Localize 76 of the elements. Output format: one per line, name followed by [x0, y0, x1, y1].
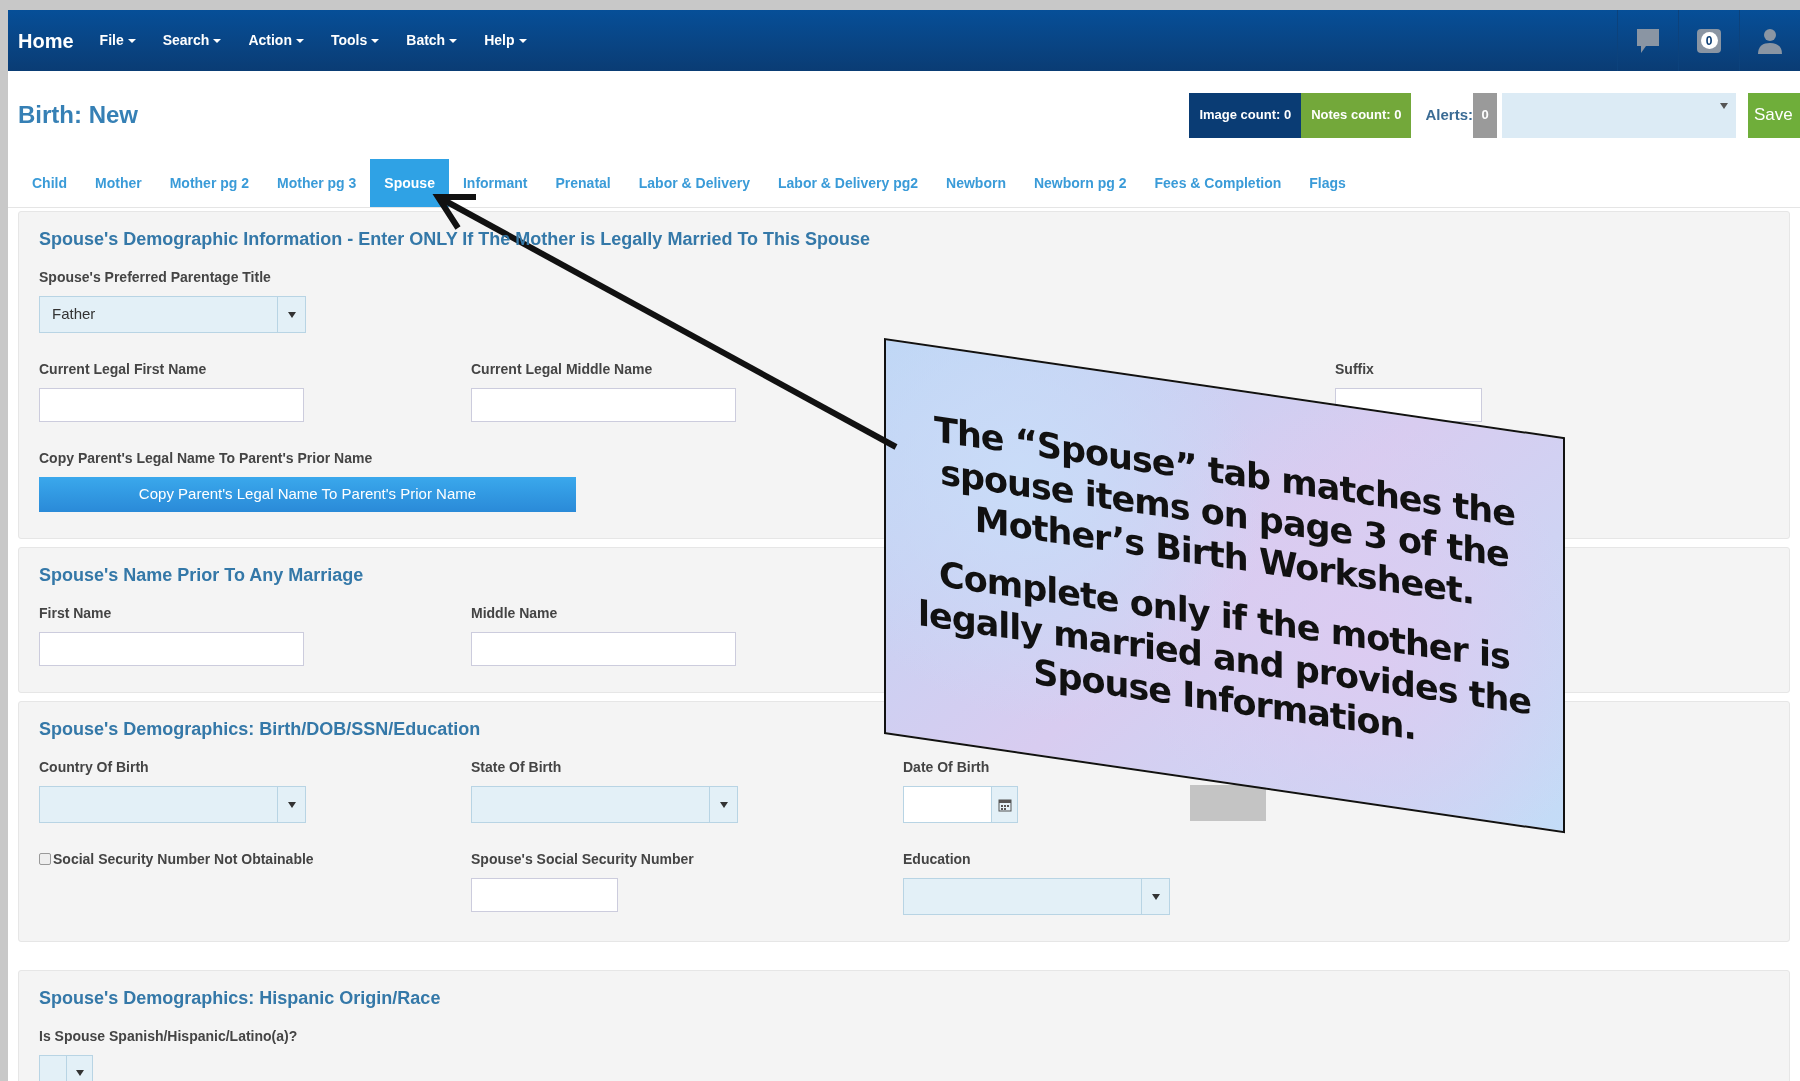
- field-label: Current Legal First Name: [39, 360, 207, 379]
- notification-badge[interactable]: 0: [1697, 28, 1721, 53]
- calendar-icon[interactable]: [991, 787, 1017, 822]
- tab[interactable]: Newborn: [932, 159, 1020, 207]
- text-field[interactable]: [39, 388, 304, 422]
- save-button[interactable]: Save: [1748, 92, 1800, 138]
- menu-item[interactable]: Batch: [406, 30, 458, 51]
- tab[interactable]: Informant: [448, 159, 542, 207]
- dropdown-field[interactable]: [1502, 92, 1736, 138]
- caret-icon: [449, 39, 458, 44]
- home-link[interactable]: Home: [18, 25, 74, 56]
- page-title: Birth: New: [18, 100, 138, 130]
- text-field[interactable]: [39, 632, 304, 666]
- tab[interactable]: Mother pg 3: [263, 159, 371, 207]
- field-label: State Of Birth: [471, 758, 562, 777]
- copy-name-button[interactable]: Copy Parent's Legal Name To Parent's Prior Name: [39, 477, 576, 512]
- tab[interactable]: Mother pg 2: [155, 159, 263, 207]
- select-value: Father: [51, 304, 97, 325]
- caret-icon: [213, 39, 222, 44]
- text-field[interactable]: [471, 878, 618, 912]
- notes-count-badge[interactable]: Notes count: 0: [1301, 92, 1412, 138]
- tab[interactable]: Child: [18, 159, 81, 207]
- tab[interactable]: Spouse: [370, 159, 449, 207]
- dropdown-icon: [287, 311, 296, 318]
- field-label: Copy Parent's Legal Name To Parent's Prior Name: [39, 449, 373, 468]
- tab[interactable]: Flags: [1295, 159, 1360, 207]
- field-label: Is Spouse Spanish/Hispanic/Latino(a)?: [39, 1027, 298, 1046]
- select-field[interactable]: Father: [39, 296, 306, 333]
- text-field[interactable]: [471, 632, 736, 666]
- alerts-label: Alerts:: [1425, 104, 1473, 125]
- field-label: Spouse's Social Security Number: [471, 850, 694, 869]
- checkbox[interactable]: [39, 853, 51, 865]
- caret-icon: [127, 39, 136, 44]
- menu-item[interactable]: Tools: [330, 30, 380, 51]
- section-title: Spouse's Demographic Information - Enter ONLY If The Mother is Legally Married To This Spouse: [39, 228, 871, 251]
- field-label: Country Of Birth: [39, 758, 149, 777]
- tab[interactable]: Prenatal: [541, 159, 625, 207]
- menu-item[interactable]: Search: [162, 30, 222, 51]
- checkbox-label[interactable]: Social Security Number Not Obtainable: [39, 849, 471, 869]
- tab[interactable]: Fees & Completion: [1140, 159, 1296, 207]
- field-label: Middle Name: [471, 604, 558, 623]
- image-count-badge[interactable]: Image count: 0: [1189, 92, 1302, 138]
- section-title: Spouse's Demographics: Hispanic Origin/Race: [39, 987, 441, 1010]
- field-label: Date Of Birth: [903, 758, 990, 777]
- text-field[interactable]: [471, 388, 736, 422]
- date-field[interactable]: [903, 786, 1018, 823]
- select-field[interactable]: [903, 878, 1170, 915]
- select-field[interactable]: [39, 786, 306, 823]
- select-field[interactable]: [471, 786, 738, 823]
- caret-icon: [295, 39, 304, 44]
- field-label: Current Legal Middle Name: [471, 360, 653, 379]
- blank-button[interactable]: [1190, 785, 1266, 821]
- field-label: Education: [903, 850, 971, 869]
- caret-icon: [518, 39, 527, 44]
- section-title: Spouse's Name Prior To Any Marriage: [39, 564, 364, 587]
- dropdown-icon: [1151, 893, 1160, 900]
- dropdown-icon: [287, 801, 296, 808]
- dropdown-icon: [1720, 102, 1728, 109]
- select-field[interactable]: [39, 1055, 93, 1081]
- menu-item[interactable]: Action: [248, 30, 304, 51]
- section-title: Spouse's Demographics: Birth/DOB/SSN/Education: [39, 718, 481, 741]
- tab[interactable]: Newborn pg 2: [1019, 159, 1141, 207]
- tab[interactable]: Labor & Delivery pg2: [764, 159, 933, 207]
- chat-icon[interactable]: [1635, 26, 1661, 55]
- dropdown-icon: [75, 1069, 84, 1076]
- user-icon[interactable]: [1757, 26, 1783, 55]
- tab[interactable]: Labor & Delivery: [624, 159, 764, 207]
- dropdown-icon: [719, 801, 728, 808]
- tab[interactable]: Mother: [81, 159, 156, 207]
- field-label: First Name: [39, 604, 112, 623]
- menu-item[interactable]: Help: [484, 30, 527, 51]
- alerts-count[interactable]: 0: [1473, 92, 1497, 138]
- field-label: Spouse's Preferred Parentage Title: [39, 268, 271, 287]
- caret-icon: [371, 39, 380, 44]
- menu-item[interactable]: File: [99, 30, 136, 51]
- field-label: Suffix: [1335, 360, 1374, 379]
